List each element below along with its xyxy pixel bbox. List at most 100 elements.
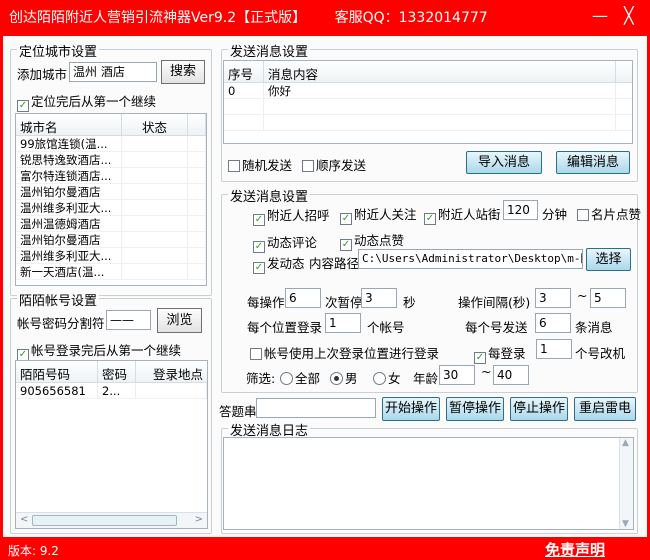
card-like-checkbox[interactable]: 名片点赞 [577,204,641,223]
every-op-input[interactable]: 6 [285,288,321,308]
path-input[interactable]: C:\Users\Administrator\Desktop\m-陌陌 [358,249,583,269]
column-header[interactable]: 消息内容 [264,61,616,82]
stand-checkbox[interactable]: ✓ 附近人站街 [424,204,501,225]
column-header[interactable]: 陌陌号码 [16,361,98,382]
choose-button[interactable]: 选择 [586,248,631,271]
age-label: 年龄 [413,371,439,386]
random-send-checkbox[interactable]: 随机发送 [228,155,292,174]
start-button[interactable]: 开始操作 [382,397,440,421]
checkbox-label: 随机发送 [242,158,293,173]
checkbox-icon [250,348,262,360]
age-min-input[interactable]: 30 [439,365,475,385]
table-row[interactable]: 温州铂尔曼酒店 [16,184,206,200]
message-list[interactable]: 序号 消息内容 0 你好 [223,60,633,144]
every-login-input[interactable]: 1 [536,339,572,359]
scroll-down-icon[interactable]: ▼ [622,519,629,529]
column-header[interactable]: 状态 [122,114,188,135]
radio-label: 女 [388,371,401,386]
group-label: 陌陌帐号设置 [17,290,100,309]
like-checkbox[interactable]: ✓ 动态点赞 [340,230,404,251]
close-button[interactable]: ╳ [624,6,634,25]
checkbox-icon: ✓ [474,352,486,364]
table-row[interactable]: 905656581 2... [16,383,207,399]
cell-status [122,136,188,151]
vertical-scrollbar[interactable]: ▲ ▼ [619,438,633,529]
scroll-up-icon[interactable]: ▲ [622,438,629,448]
log-textarea[interactable]: ▲ ▼ [223,437,634,530]
radio-all[interactable]: 全部 [280,368,320,387]
city-list[interactable]: 城市名 状态 99旅馆连锁(温... 锐思特逸致酒店... 富尔特连锁酒店... 温州铂… [15,113,207,286]
checkbox-label: 附近人关注 [354,207,417,222]
table-row[interactable]: 温州铂尔曼酒店 [16,232,206,248]
radio-icon [373,372,386,385]
browse-button[interactable]: 浏览 [157,308,202,333]
table-row[interactable]: 温州维多利亚大... [16,200,206,216]
radio-label: 全部 [295,371,321,386]
pause-button[interactable]: 暂停操作 [446,397,504,421]
minutes-label: 分钟 [542,207,568,222]
cell-city: 99旅馆连锁(温... [16,136,122,151]
column-header[interactable]: 城市名 [16,114,122,135]
table-row[interactable]: 温州维多利亚大... [16,248,206,264]
import-messages-button[interactable]: 导入消息 [466,151,542,174]
service-qq: 客服QQ：1332014777 [334,10,488,26]
checkbox-icon: ✓ [340,239,352,251]
change-device-label: 个号改机 [575,346,626,361]
table-row[interactable]: 富尔特连锁酒店... [16,168,206,184]
table-row[interactable]: 0 你好 [224,83,632,99]
path-label: 内容路径 [309,256,360,271]
restart-emulator-button[interactable]: 重启雷电 [574,397,636,421]
table-row[interactable]: 温州温德姆酒店 [16,216,206,232]
separator-label: 帐号密码分割符 [17,316,105,331]
account-continue-checkbox[interactable]: ✓ 帐号登录完后从第一个继续 [17,340,181,361]
table-row[interactable]: 99旅馆连锁(温... [16,136,206,152]
stop-button[interactable]: 停止操作 [510,397,568,421]
column-header[interactable]: 密码 [98,361,136,382]
comment-checkbox[interactable]: ✓ 动态评论 [253,232,317,253]
radio-female[interactable]: 女 [373,368,401,387]
cell-city: 温州维多利亚大... [16,200,122,215]
minimize-button[interactable]: — [592,6,608,25]
cell-status [122,184,188,199]
interval-min-input[interactable]: 3 [535,288,571,308]
radio-male[interactable]: 男 [330,368,358,387]
stand-minutes-input[interactable]: 120 [503,200,538,220]
messages-label: 条消息 [575,320,613,335]
scrollbar-thumb[interactable] [32,515,177,526]
separator-input[interactable]: —— [106,310,151,330]
disclaimer-link[interactable]: 免责声明 [545,539,605,560]
checkbox-label: 顺序发送 [316,158,367,173]
checkbox-label: 定位完后从第一个继续 [31,94,157,109]
per-send-input[interactable]: 6 [535,313,571,333]
edit-messages-button[interactable]: 编辑消息 [556,151,630,174]
greet-checkbox[interactable]: ✓ 附近人招呼 [253,205,330,226]
post-checkbox[interactable]: ✓ 发动态 [253,253,305,274]
table-row[interactable]: 锐思特逸致酒店... [16,152,206,168]
search-button[interactable]: 搜索 [161,60,205,84]
checkbox-icon [302,160,314,172]
table-row[interactable]: 新一天酒店(温... [16,264,206,280]
cell-status [122,168,188,183]
use-last-position-checkbox[interactable]: 帐号使用上次登录位置进行登录 [250,343,439,362]
per-position-input[interactable]: 1 [325,313,361,333]
column-header[interactable]: 登录地点 [136,361,207,382]
age-max-input[interactable]: 40 [493,365,529,385]
city-continue-checkbox[interactable]: ✓ 定位完后从第一个继续 [17,91,156,112]
follow-checkbox[interactable]: ✓ 附近人关注 [340,204,417,225]
order-send-checkbox[interactable]: 顺序发送 [302,155,366,174]
cell-city: 温州温德姆酒店 [16,216,122,231]
every-login-checkbox[interactable]: ✓ 每登录 [474,343,526,364]
scroll-left-icon[interactable]: < [20,514,28,525]
pause-input[interactable]: 3 [361,288,397,308]
checkbox-icon: ✓ [424,213,436,225]
horizontal-scrollbar[interactable]: < > [16,512,207,528]
scroll-right-icon[interactable]: > [195,514,203,525]
interval-max-input[interactable]: 5 [590,288,626,308]
checkbox-icon: ✓ [253,241,265,253]
add-city-input[interactable]: 温州 酒店 [69,62,157,82]
answer-input[interactable] [256,398,376,418]
account-list[interactable]: 陌陌号码 密码 登录地点 905656581 2... < > [15,360,208,529]
cell-no: 0 [224,83,264,98]
per-send-label: 每个号发送 [465,320,528,335]
column-header[interactable]: 序号 [224,61,264,82]
